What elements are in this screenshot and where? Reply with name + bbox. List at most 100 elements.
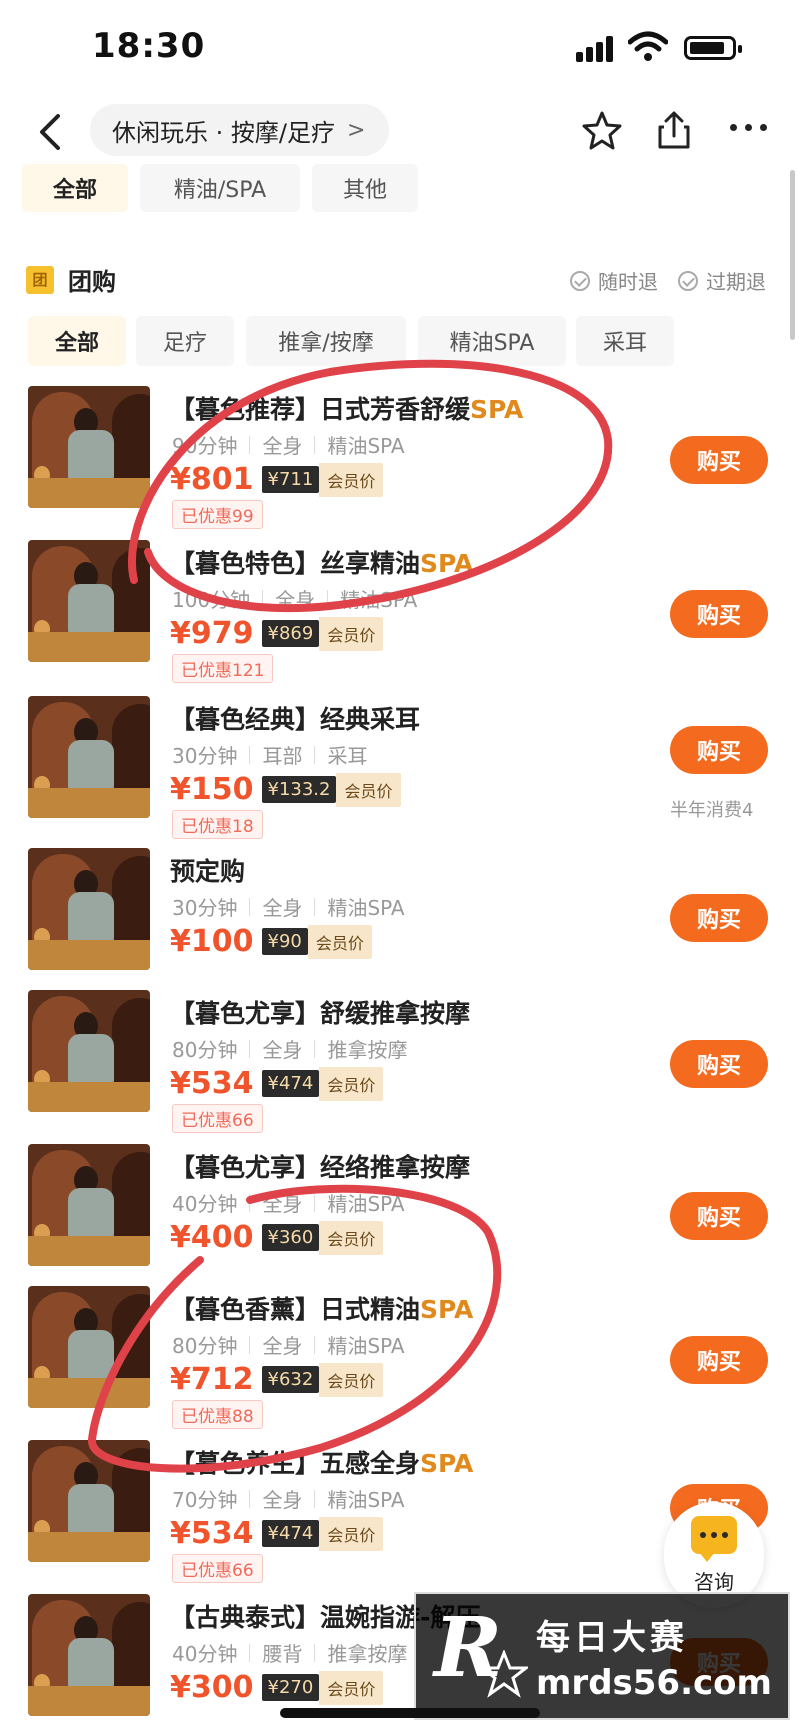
deal-title[interactable]: 【暮色尤享】舒缓推拿按摩 xyxy=(170,994,470,1030)
star-icon[interactable] xyxy=(582,110,622,150)
deal-title-highlight: SPA xyxy=(420,1295,474,1324)
deal-item[interactable]: 【暮色尤享】经络推拿按摩 40分钟 全身 精油SPA ¥400 ¥360 会员价 购买 xyxy=(0,1144,800,1284)
member-price: ¥360 xyxy=(261,1224,320,1251)
deal-thumbnail[interactable] xyxy=(28,386,150,508)
deal-title[interactable]: 【暮色香薰】日式精油SPA xyxy=(170,1290,473,1326)
member-price-label: 会员价 xyxy=(336,772,401,807)
discount-badge: 已优惠18 xyxy=(172,810,263,839)
deal-duration: 30分钟 xyxy=(172,744,238,768)
deal-category: 精油SPA xyxy=(340,588,418,612)
filter-ear[interactable]: 采耳 xyxy=(576,316,674,366)
scrollbar[interactable] xyxy=(790,170,795,340)
tab-all[interactable]: 全部 xyxy=(22,164,128,212)
deal-duration: 100分钟 xyxy=(172,588,251,612)
deal-category: 精油SPA xyxy=(327,896,405,920)
status-bar: 18:30 xyxy=(0,0,800,92)
deal-title-text: 【暮色尤享】舒缓推拿按摩 xyxy=(170,999,471,1028)
deal-meta: 70分钟 全身 精油SPA xyxy=(172,1484,405,1513)
deal-meta: 80分钟 全身 精油SPA xyxy=(172,1330,405,1359)
watermark-url: mrds56.com xyxy=(536,1662,772,1703)
filter-all[interactable]: 全部 xyxy=(28,316,126,366)
deal-duration: 30分钟 xyxy=(172,896,238,920)
member-price: ¥270 xyxy=(261,1674,320,1701)
deal-title[interactable]: 【暮色特色】丝享精油SPA xyxy=(170,544,473,580)
buy-button[interactable]: 购买 xyxy=(670,894,768,942)
tab-oil-spa[interactable]: 精油/SPA xyxy=(140,164,300,212)
deal-thumbnail[interactable] xyxy=(28,990,150,1112)
wifi-icon xyxy=(628,31,668,61)
deal-thumbnail[interactable] xyxy=(28,1440,150,1562)
deal-category: 精油SPA xyxy=(327,434,405,458)
deal-title[interactable]: 预定购 xyxy=(170,852,245,888)
deal-body-part: 腰背 xyxy=(262,1642,303,1666)
deal-title-text: 预定购 xyxy=(170,857,246,886)
consult-label: 咨询 xyxy=(694,1569,734,1594)
buy-button[interactable]: 购买 xyxy=(670,1192,768,1240)
buy-button[interactable]: 购买 xyxy=(670,590,768,638)
sales-note: 半年消费4 xyxy=(670,800,754,821)
deal-price: ¥979 xyxy=(170,616,254,651)
deal-title-text: 【暮色养生】五感全身 xyxy=(170,1449,421,1478)
member-price: ¥632 xyxy=(261,1366,320,1393)
deal-thumbnail[interactable] xyxy=(28,696,150,818)
member-price-label: 会员价 xyxy=(319,1066,384,1101)
watermark-logo: R xyxy=(434,1600,528,1706)
deal-thumbnail[interactable] xyxy=(28,848,150,970)
deal-price: ¥534 xyxy=(170,1066,254,1101)
deal-meta: 30分钟 全身 精油SPA xyxy=(172,892,405,921)
deal-duration: 80分钟 xyxy=(172,1038,238,1062)
deal-duration: 80分钟 xyxy=(172,1334,238,1358)
deal-item[interactable]: 【暮色香薰】日式精油SPA 80分钟 全身 精油SPA ¥712 ¥632 会员价 已优惠88… xyxy=(0,1286,800,1429)
deal-title[interactable]: 【暮色推荐】日式芳香舒缓SPA xyxy=(170,390,523,426)
check-circle-icon xyxy=(570,270,590,291)
price-row: ¥150 ¥133.2 会员价 xyxy=(170,772,401,807)
chat-icon xyxy=(691,1515,737,1562)
breadcrumb[interactable]: 休闲玩乐 · 按摩/足疗 > xyxy=(90,104,390,156)
deal-item[interactable]: 【暮色尤享】舒缓推拿按摩 80分钟 全身 推拿按摩 ¥534 ¥474 会员价 已优惠66 购买 xyxy=(0,990,800,1133)
deal-thumbnail[interactable] xyxy=(28,540,150,662)
more-icon[interactable] xyxy=(726,120,772,134)
back-icon[interactable] xyxy=(36,114,68,150)
deal-title[interactable]: 【暮色养生】五感全身SPA xyxy=(170,1444,473,1480)
deal-thumbnail[interactable] xyxy=(28,1286,150,1408)
deal-title-text: 【暮色尤享】经络推拿按摩 xyxy=(170,1153,471,1182)
deal-category: 采耳 xyxy=(327,744,368,768)
star-outline-icon xyxy=(480,1650,528,1698)
price-row: ¥534 ¥474 会员价 xyxy=(170,1066,384,1101)
deal-body-part: 全身 xyxy=(262,896,303,920)
buy-button[interactable]: 购买 xyxy=(670,436,768,484)
buy-button[interactable]: 购买 xyxy=(670,1040,768,1088)
status-time: 18:30 xyxy=(92,26,206,66)
filter-massage[interactable]: 推拿/按摩 xyxy=(246,316,406,366)
deal-item[interactable]: 预定购 30分钟 全身 精油SPA ¥100 ¥90 会员价 购买 xyxy=(0,848,800,988)
share-icon[interactable] xyxy=(654,110,694,150)
deal-title[interactable]: 【暮色经典】经典采耳 xyxy=(170,700,420,736)
deal-thumbnail[interactable] xyxy=(28,1144,150,1266)
nav-bar: 休闲玩乐 · 按摩/足疗 > xyxy=(0,100,800,160)
buy-button[interactable]: 购买 xyxy=(670,1336,768,1384)
price-row: ¥534 ¥474 会员价 xyxy=(170,1516,384,1551)
deal-thumbnail[interactable] xyxy=(28,1594,150,1716)
deal-price: ¥150 xyxy=(170,772,254,807)
deal-item[interactable]: 【暮色推荐】日式芳香舒缓SPA 90分钟 全身 精油SPA ¥801 ¥711 会员价 已优惠… xyxy=(0,386,800,529)
member-price-label: 会员价 xyxy=(319,1220,384,1255)
filter-foot[interactable]: 足疗 xyxy=(136,316,234,366)
price-row: ¥100 ¥90 会员价 xyxy=(170,924,372,959)
deal-category: 推拿按摩 xyxy=(327,1038,408,1062)
deal-duration: 40分钟 xyxy=(172,1642,238,1666)
filter-oil-spa[interactable]: 精油SPA xyxy=(418,316,566,366)
deal-item[interactable]: 【暮色特色】丝享精油SPA 100分钟 全身 精油SPA ¥979 ¥869 会员价 已优惠1… xyxy=(0,540,800,683)
member-price-label: 会员价 xyxy=(319,462,384,497)
check-circle-icon xyxy=(678,270,698,291)
price-row: ¥979 ¥869 会员价 xyxy=(170,616,384,651)
deal-meta: 30分钟 耳部 采耳 xyxy=(172,740,367,769)
tab-other[interactable]: 其他 xyxy=(312,164,418,212)
member-price: ¥474 xyxy=(261,1070,320,1097)
deal-duration: 90分钟 xyxy=(172,434,238,458)
deal-meta: 90分钟 全身 精油SPA xyxy=(172,430,405,459)
deal-title-text: 【暮色特色】丝享精油 xyxy=(170,549,421,578)
deal-title[interactable]: 【暮色尤享】经络推拿按摩 xyxy=(170,1148,470,1184)
buy-button[interactable]: 购买 xyxy=(670,726,768,774)
guarantee-label: 随时退 xyxy=(598,270,658,294)
deal-item[interactable]: 【暮色经典】经典采耳 30分钟 耳部 采耳 ¥150 ¥133.2 会员价已优惠18 购买半年… xyxy=(0,696,800,839)
